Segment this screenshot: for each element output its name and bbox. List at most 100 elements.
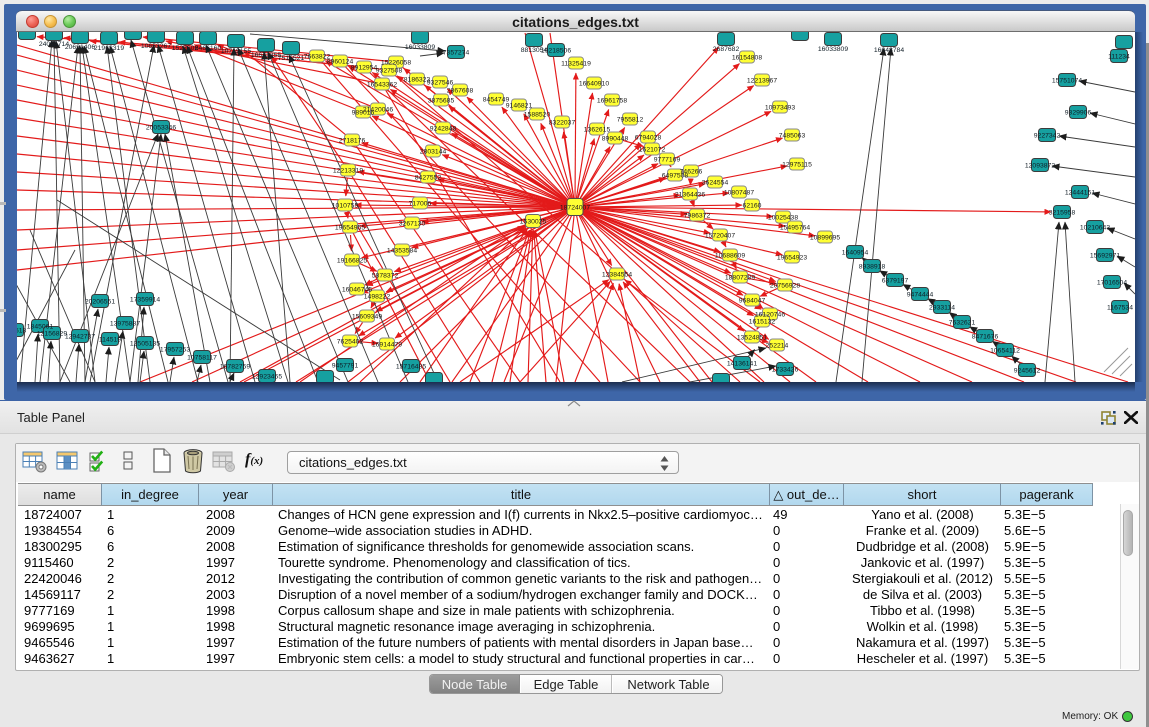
svg-text:3215958: 3215958 bbox=[1049, 210, 1076, 217]
svg-text:3624554: 3624554 bbox=[702, 180, 729, 187]
svg-text:10653267: 10653267 bbox=[141, 43, 171, 50]
svg-text:15609349: 15609349 bbox=[352, 314, 382, 321]
svg-text:391518: 391518 bbox=[17, 328, 27, 335]
svg-text:12505135: 12505135 bbox=[130, 341, 160, 348]
svg-text:9242848: 9242848 bbox=[430, 126, 457, 133]
svg-text:12975115: 12975115 bbox=[782, 162, 812, 169]
svg-text:10025438: 10025438 bbox=[768, 215, 798, 222]
svg-text:20053346: 20053346 bbox=[146, 125, 176, 132]
svg-text:16120746: 16120746 bbox=[755, 312, 785, 319]
svg-text:10654112: 10654112 bbox=[990, 348, 1020, 355]
svg-text:7485063: 7485063 bbox=[779, 133, 806, 140]
svg-text:6466160: 6466160 bbox=[195, 45, 222, 52]
svg-text:13524851: 13524851 bbox=[737, 335, 767, 342]
svg-text:20206551: 20206551 bbox=[85, 299, 115, 306]
svg-text:62160: 62160 bbox=[743, 203, 762, 210]
svg-text:717006: 717006 bbox=[409, 201, 432, 208]
svg-text:17359914: 17359914 bbox=[130, 297, 160, 304]
svg-text:8322037: 8322037 bbox=[549, 120, 576, 127]
svg-text:16543362: 16543362 bbox=[367, 82, 397, 89]
svg-text:14353584: 14353584 bbox=[387, 248, 417, 255]
svg-text:20756928: 20756928 bbox=[770, 283, 800, 290]
svg-text:1615132: 1615132 bbox=[749, 319, 776, 326]
svg-text:21364436: 21364436 bbox=[675, 192, 705, 199]
svg-text:9684047: 9684047 bbox=[739, 298, 766, 305]
svg-text:8938918: 8938918 bbox=[859, 264, 886, 271]
svg-text:9245612: 9245612 bbox=[1014, 368, 1041, 375]
svg-text:16782759: 16782759 bbox=[220, 364, 250, 371]
svg-text:15495764: 15495764 bbox=[780, 225, 810, 232]
svg-text:12213967: 12213967 bbox=[747, 78, 777, 85]
svg-text:3267130: 3267130 bbox=[399, 221, 426, 228]
svg-text:1010755: 1010755 bbox=[332, 203, 359, 210]
svg-text:19654955: 19654955 bbox=[335, 225, 365, 232]
svg-text:7986372: 7986372 bbox=[684, 213, 711, 220]
svg-text:9474444: 9474444 bbox=[907, 292, 934, 299]
svg-text:16914479: 16914479 bbox=[372, 342, 402, 349]
svg-text:1621072: 1621072 bbox=[639, 147, 666, 154]
svg-text:9327546: 9327546 bbox=[427, 80, 454, 87]
svg-text:16154808: 16154808 bbox=[732, 55, 762, 62]
svg-text:8912954: 8912954 bbox=[351, 65, 378, 72]
svg-text:19218506: 19218506 bbox=[541, 48, 571, 55]
svg-text:7515521: 7515521 bbox=[278, 55, 305, 62]
svg-text:1167534: 1167534 bbox=[1107, 305, 1133, 312]
svg-text:9329906: 9329906 bbox=[1065, 110, 1092, 117]
svg-text:9146821: 9146821 bbox=[506, 103, 533, 110]
svg-text:7357274: 7357274 bbox=[443, 50, 470, 57]
svg-text:16640910: 16640910 bbox=[579, 81, 609, 88]
svg-text:1640954: 1640954 bbox=[842, 250, 869, 257]
svg-text:10973493: 10973493 bbox=[765, 105, 795, 112]
svg-text:10807487: 10807487 bbox=[724, 190, 754, 197]
svg-text:2718176: 2718176 bbox=[339, 138, 366, 145]
svg-text:6794028: 6794028 bbox=[635, 135, 662, 142]
svg-text:17016504: 17016504 bbox=[1097, 280, 1127, 287]
svg-text:8990448: 8990448 bbox=[602, 136, 629, 143]
svg-text:9777169: 9777169 bbox=[654, 157, 681, 164]
svg-text:1530025: 1530025 bbox=[520, 219, 547, 226]
svg-text:12156829: 12156829 bbox=[37, 331, 67, 338]
svg-text:9457791: 9457791 bbox=[332, 363, 359, 370]
svg-text:12444151: 12444151 bbox=[1065, 190, 1095, 197]
svg-text:10719155: 10719155 bbox=[221, 48, 251, 55]
svg-text:111234: 111234 bbox=[1108, 54, 1130, 61]
svg-text:15751074: 15751074 bbox=[1052, 78, 1082, 85]
svg-text:746266: 746266 bbox=[680, 169, 703, 176]
svg-text:10210643: 10210643 bbox=[1080, 225, 1110, 232]
svg-text:7625402: 7625402 bbox=[337, 339, 364, 346]
svg-text:9227342: 9227342 bbox=[1034, 133, 1061, 140]
svg-text:7955812: 7955812 bbox=[617, 117, 644, 124]
svg-text:12384554: 12384554 bbox=[602, 272, 632, 279]
svg-text:8960124: 8960124 bbox=[327, 59, 354, 66]
svg-text:9327508: 9327508 bbox=[376, 68, 403, 75]
svg-text:252214: 252214 bbox=[766, 343, 789, 350]
svg-text:19654923: 19654923 bbox=[777, 255, 807, 262]
svg-text:12093872: 12093872 bbox=[1025, 163, 1055, 170]
svg-text:12923465: 12923465 bbox=[252, 374, 282, 381]
svg-text:114519: 114519 bbox=[99, 337, 121, 344]
svg-text:2867608: 2867608 bbox=[447, 88, 474, 95]
svg-text:16648784: 16648784 bbox=[874, 47, 904, 54]
svg-text:16033809: 16033809 bbox=[405, 44, 435, 51]
svg-text:1845061: 1845061 bbox=[27, 324, 54, 331]
svg-text:12213319: 12213319 bbox=[333, 168, 363, 175]
svg-text:14136141: 14136141 bbox=[727, 361, 757, 368]
svg-text:2933114: 2933114 bbox=[929, 305, 955, 312]
svg-text:16033809: 16033809 bbox=[818, 46, 848, 53]
svg-text:15226058: 15226058 bbox=[381, 60, 411, 67]
svg-text:16671355: 16671355 bbox=[251, 52, 281, 59]
svg-text:20691406: 20691406 bbox=[65, 44, 95, 51]
svg-text:17957253: 17957253 bbox=[160, 347, 190, 354]
svg-text:1498222: 1498222 bbox=[364, 294, 391, 301]
svg-text:19166825: 19166825 bbox=[337, 258, 367, 265]
svg-text:15716485: 15716485 bbox=[396, 364, 426, 371]
svg-text:10688609: 10688609 bbox=[715, 253, 745, 260]
svg-text:5878372: 5878372 bbox=[372, 273, 399, 280]
svg-text:11325419: 11325419 bbox=[561, 61, 591, 68]
svg-text:18724007: 18724007 bbox=[560, 205, 590, 212]
svg-text:16961758: 16961758 bbox=[597, 98, 627, 105]
svg-text:15720407: 15720407 bbox=[705, 233, 735, 240]
svg-text:15692971: 15692971 bbox=[1090, 253, 1120, 260]
svg-text:3875685: 3875685 bbox=[428, 98, 455, 105]
svg-text:8471676: 8471676 bbox=[972, 334, 999, 341]
